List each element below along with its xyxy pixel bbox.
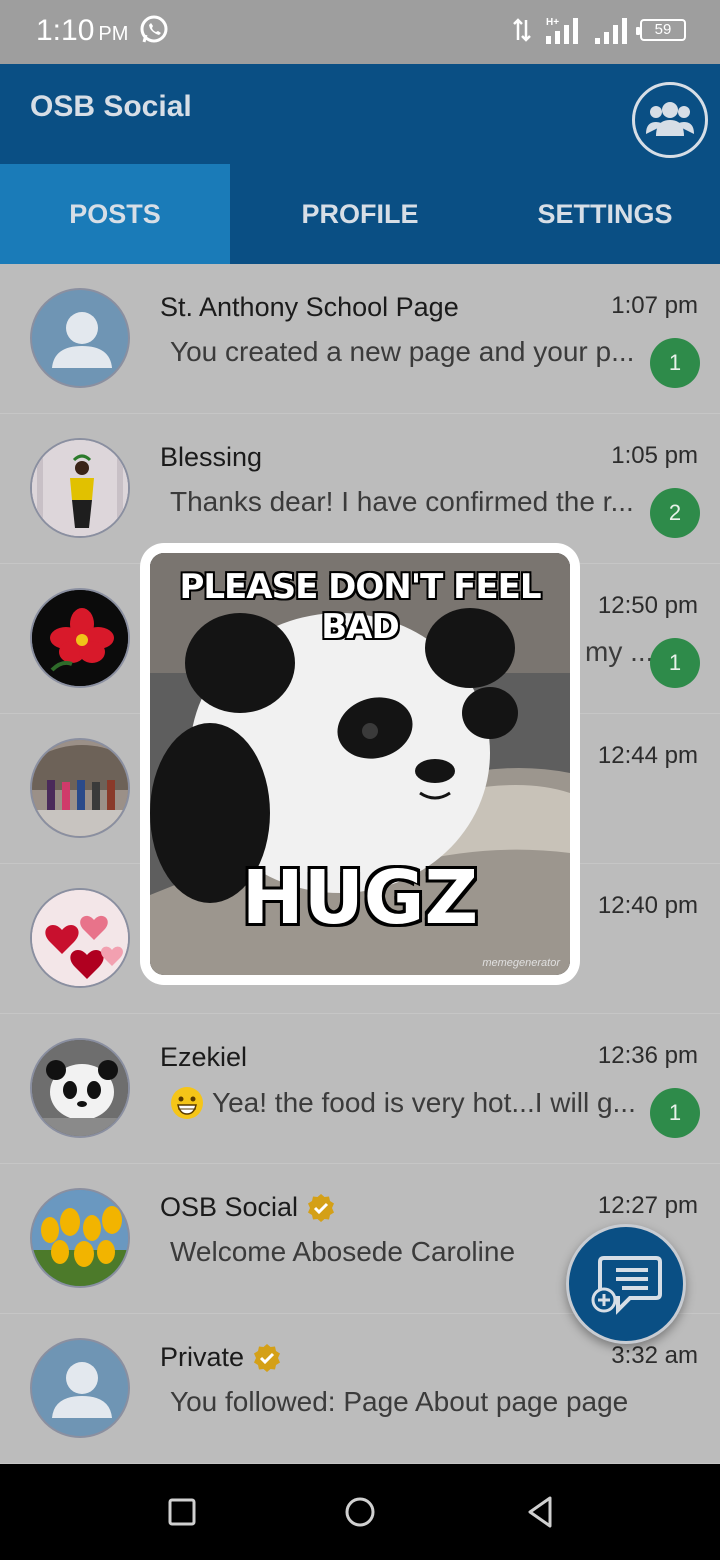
hearts-icon: [32, 890, 128, 986]
post-name: Blessing: [160, 442, 262, 473]
post-time: 12:40 pm: [597, 892, 698, 919]
post-name: Private: [160, 1342, 282, 1373]
post-time: 1:07 pm: [611, 292, 698, 319]
avatar: [30, 738, 130, 838]
post-row-st-anthony[interactable]: St. Anthony School Page 1:07 pm You crea…: [0, 264, 720, 414]
post-message: my ...: [585, 636, 654, 667]
meme-top-text: PLEASE DON'T FEEL BAD: [179, 567, 541, 647]
verified-icon: [308, 1193, 335, 1222]
tulips-icon: [32, 1190, 128, 1286]
avatar: [30, 888, 130, 988]
recents-icon[interactable]: [162, 1492, 202, 1532]
new-chat-icon: [591, 1256, 662, 1315]
data-transfer-icon: [513, 18, 531, 42]
unread-badge: 2: [650, 488, 700, 538]
default-user-icon: [52, 312, 112, 368]
post-time: 3:32 am: [611, 1342, 698, 1369]
tab-bar: POSTS PROFILE SETTINGS: [0, 164, 720, 264]
post-row-blessing[interactable]: Blessing 1:05 pm Thanks dear! I have con…: [0, 414, 720, 564]
back-icon[interactable]: [520, 1492, 560, 1532]
default-user-icon: [52, 1362, 112, 1418]
unread-badge: 1: [650, 338, 700, 388]
post-message: You created a new page and your p...: [170, 336, 635, 367]
meme-bottom-text: HUGZ: [241, 855, 479, 941]
post-message: You followed: Page About page page: [170, 1386, 629, 1417]
signal-hplus-icon: H+: [546, 17, 578, 44]
status-bar: 1:10 PM H+ 59: [0, 0, 720, 64]
tab-settings[interactable]: SETTINGS: [490, 164, 720, 264]
post-name-text: Private: [160, 1342, 245, 1372]
avatar: [30, 588, 130, 688]
image-preview-popup[interactable]: PLEASE DON'T FEEL BAD HUGZ memegenerator: [140, 543, 580, 985]
group-button[interactable]: [632, 82, 708, 158]
status-icons: H+ 59: [510, 16, 686, 44]
avatar: [30, 1188, 130, 1288]
grin-emoji-icon: [171, 1087, 203, 1119]
post-name: Ezekiel: [160, 1042, 247, 1073]
post-name: St. Anthony School Page: [160, 292, 459, 323]
avatar: [30, 288, 130, 388]
system-nav-bar: [0, 1464, 720, 1560]
red-flower-icon: [32, 590, 128, 686]
tab-posts[interactable]: POSTS: [0, 164, 230, 264]
home-icon[interactable]: [340, 1492, 380, 1532]
post-time: 12:44 pm: [597, 742, 698, 769]
group-photo-icon: [32, 740, 128, 836]
meme-image: PLEASE DON'T FEEL BAD HUGZ memegenerator: [150, 553, 570, 975]
post-name-text: St. Anthony School Page: [160, 292, 459, 322]
post-name-text: Blessing: [160, 442, 263, 472]
whatsapp-icon: [140, 15, 168, 43]
post-name-text: Ezekiel: [160, 1042, 248, 1072]
meme-credit: memegenerator: [482, 957, 560, 969]
app-bar: OSB Social: [0, 64, 720, 164]
person-photo-icon: [32, 440, 128, 536]
avatar: [30, 438, 130, 538]
avatar: [30, 1338, 130, 1438]
post-message: Yea! the food is very hot...I will g...: [170, 1086, 648, 1120]
post-time: 12:50 pm: [597, 592, 698, 619]
post-name: OSB Social: [160, 1192, 336, 1223]
post-time: 12:36 pm: [597, 1042, 698, 1069]
signal-icon: [595, 18, 627, 44]
battery-icon: 59: [636, 19, 686, 41]
avatar: [30, 1038, 130, 1138]
post-message-text: Yea! the food is very hot...I will g...: [212, 1087, 636, 1118]
group-icon: [646, 102, 694, 136]
post-message: Thanks dear! I have confirmed the r...: [170, 486, 634, 517]
status-time-ampm: PM: [98, 23, 129, 45]
app-title: OSB Social: [30, 90, 192, 123]
tab-profile[interactable]: PROFILE: [230, 164, 490, 264]
new-message-button[interactable]: [566, 1224, 686, 1344]
status-time-value: 1:10: [36, 14, 95, 47]
svg-text:H+: H+: [546, 17, 559, 28]
post-row-ezekiel[interactable]: Ezekiel 12:36 pm Yea! the food is very h…: [0, 1014, 720, 1164]
panda-avatar-icon: [32, 1040, 128, 1136]
post-name-text: OSB Social: [160, 1192, 299, 1222]
post-time: 1:05 pm: [611, 442, 698, 469]
verified-icon: [254, 1343, 281, 1372]
unread-badge: 1: [650, 1088, 700, 1138]
unread-badge: 1: [650, 638, 700, 688]
post-time: 12:27 pm: [597, 1192, 698, 1219]
status-time: 1:10 PM: [36, 14, 128, 48]
